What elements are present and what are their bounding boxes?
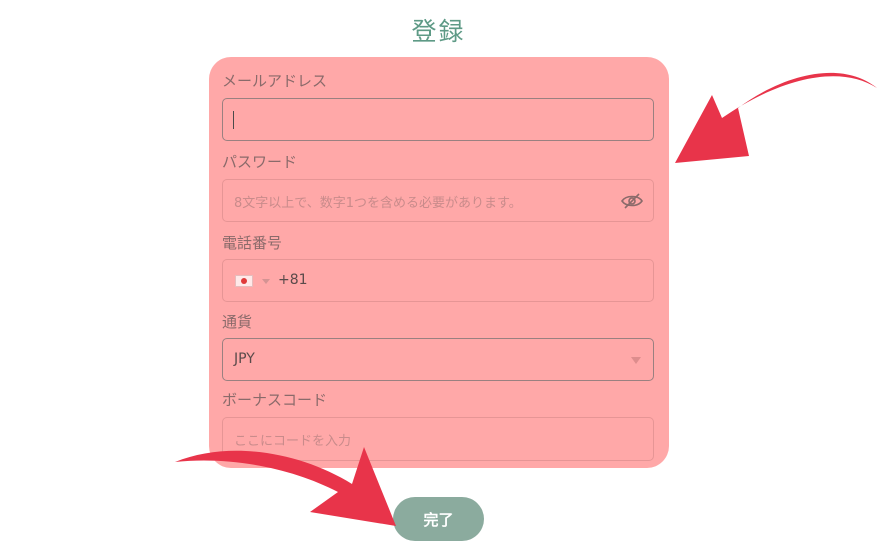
annotation-arrow-bottom [175, 447, 396, 526]
annotation-arrow-right [675, 72, 877, 163]
annotation-arrows [175, 72, 877, 526]
